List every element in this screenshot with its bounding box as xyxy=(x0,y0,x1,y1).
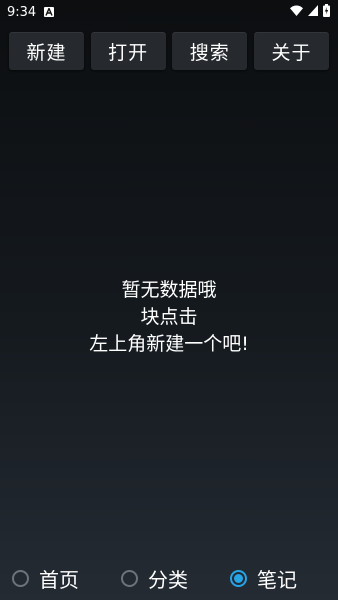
new-button[interactable]: 新建 xyxy=(9,32,84,70)
radio-category[interactable] xyxy=(121,569,138,587)
bottom-nav: 首页 分类 笔记 xyxy=(0,560,338,596)
empty-state-line-3: 左上角新建一个吧! xyxy=(89,333,249,355)
cell-signal-icon xyxy=(308,4,318,20)
text-a-icon xyxy=(44,7,55,17)
empty-state-message: 暂无数据哦 块点击 左上角新建一个吧! xyxy=(0,277,338,358)
status-bar: 9:34 xyxy=(0,0,338,24)
nav-item-category[interactable]: 分类 xyxy=(121,560,188,596)
open-button[interactable]: 打开 xyxy=(90,32,166,70)
radio-notes[interactable] xyxy=(230,569,247,587)
status-right xyxy=(290,3,330,21)
status-left: 9:34 xyxy=(7,4,55,20)
nav-item-notes[interactable]: 笔记 xyxy=(230,560,297,596)
top-toolbar: 新建 打开 搜索 关于 xyxy=(9,32,329,70)
wifi-icon xyxy=(290,5,303,20)
radio-home[interactable] xyxy=(12,569,29,587)
about-button[interactable]: 关于 xyxy=(253,32,329,70)
nav-item-home[interactable]: 首页 xyxy=(12,560,79,596)
status-time: 9:34 xyxy=(7,4,37,20)
nav-label-notes: 笔记 xyxy=(257,567,297,592)
empty-state-line-1: 暂无数据哦 xyxy=(121,279,217,301)
battery-charging-icon xyxy=(323,3,330,21)
nav-label-category: 分类 xyxy=(148,567,188,592)
nav-label-home: 首页 xyxy=(39,567,79,592)
search-button[interactable]: 搜索 xyxy=(172,32,248,70)
empty-state-line-2: 块点击 xyxy=(140,306,198,328)
